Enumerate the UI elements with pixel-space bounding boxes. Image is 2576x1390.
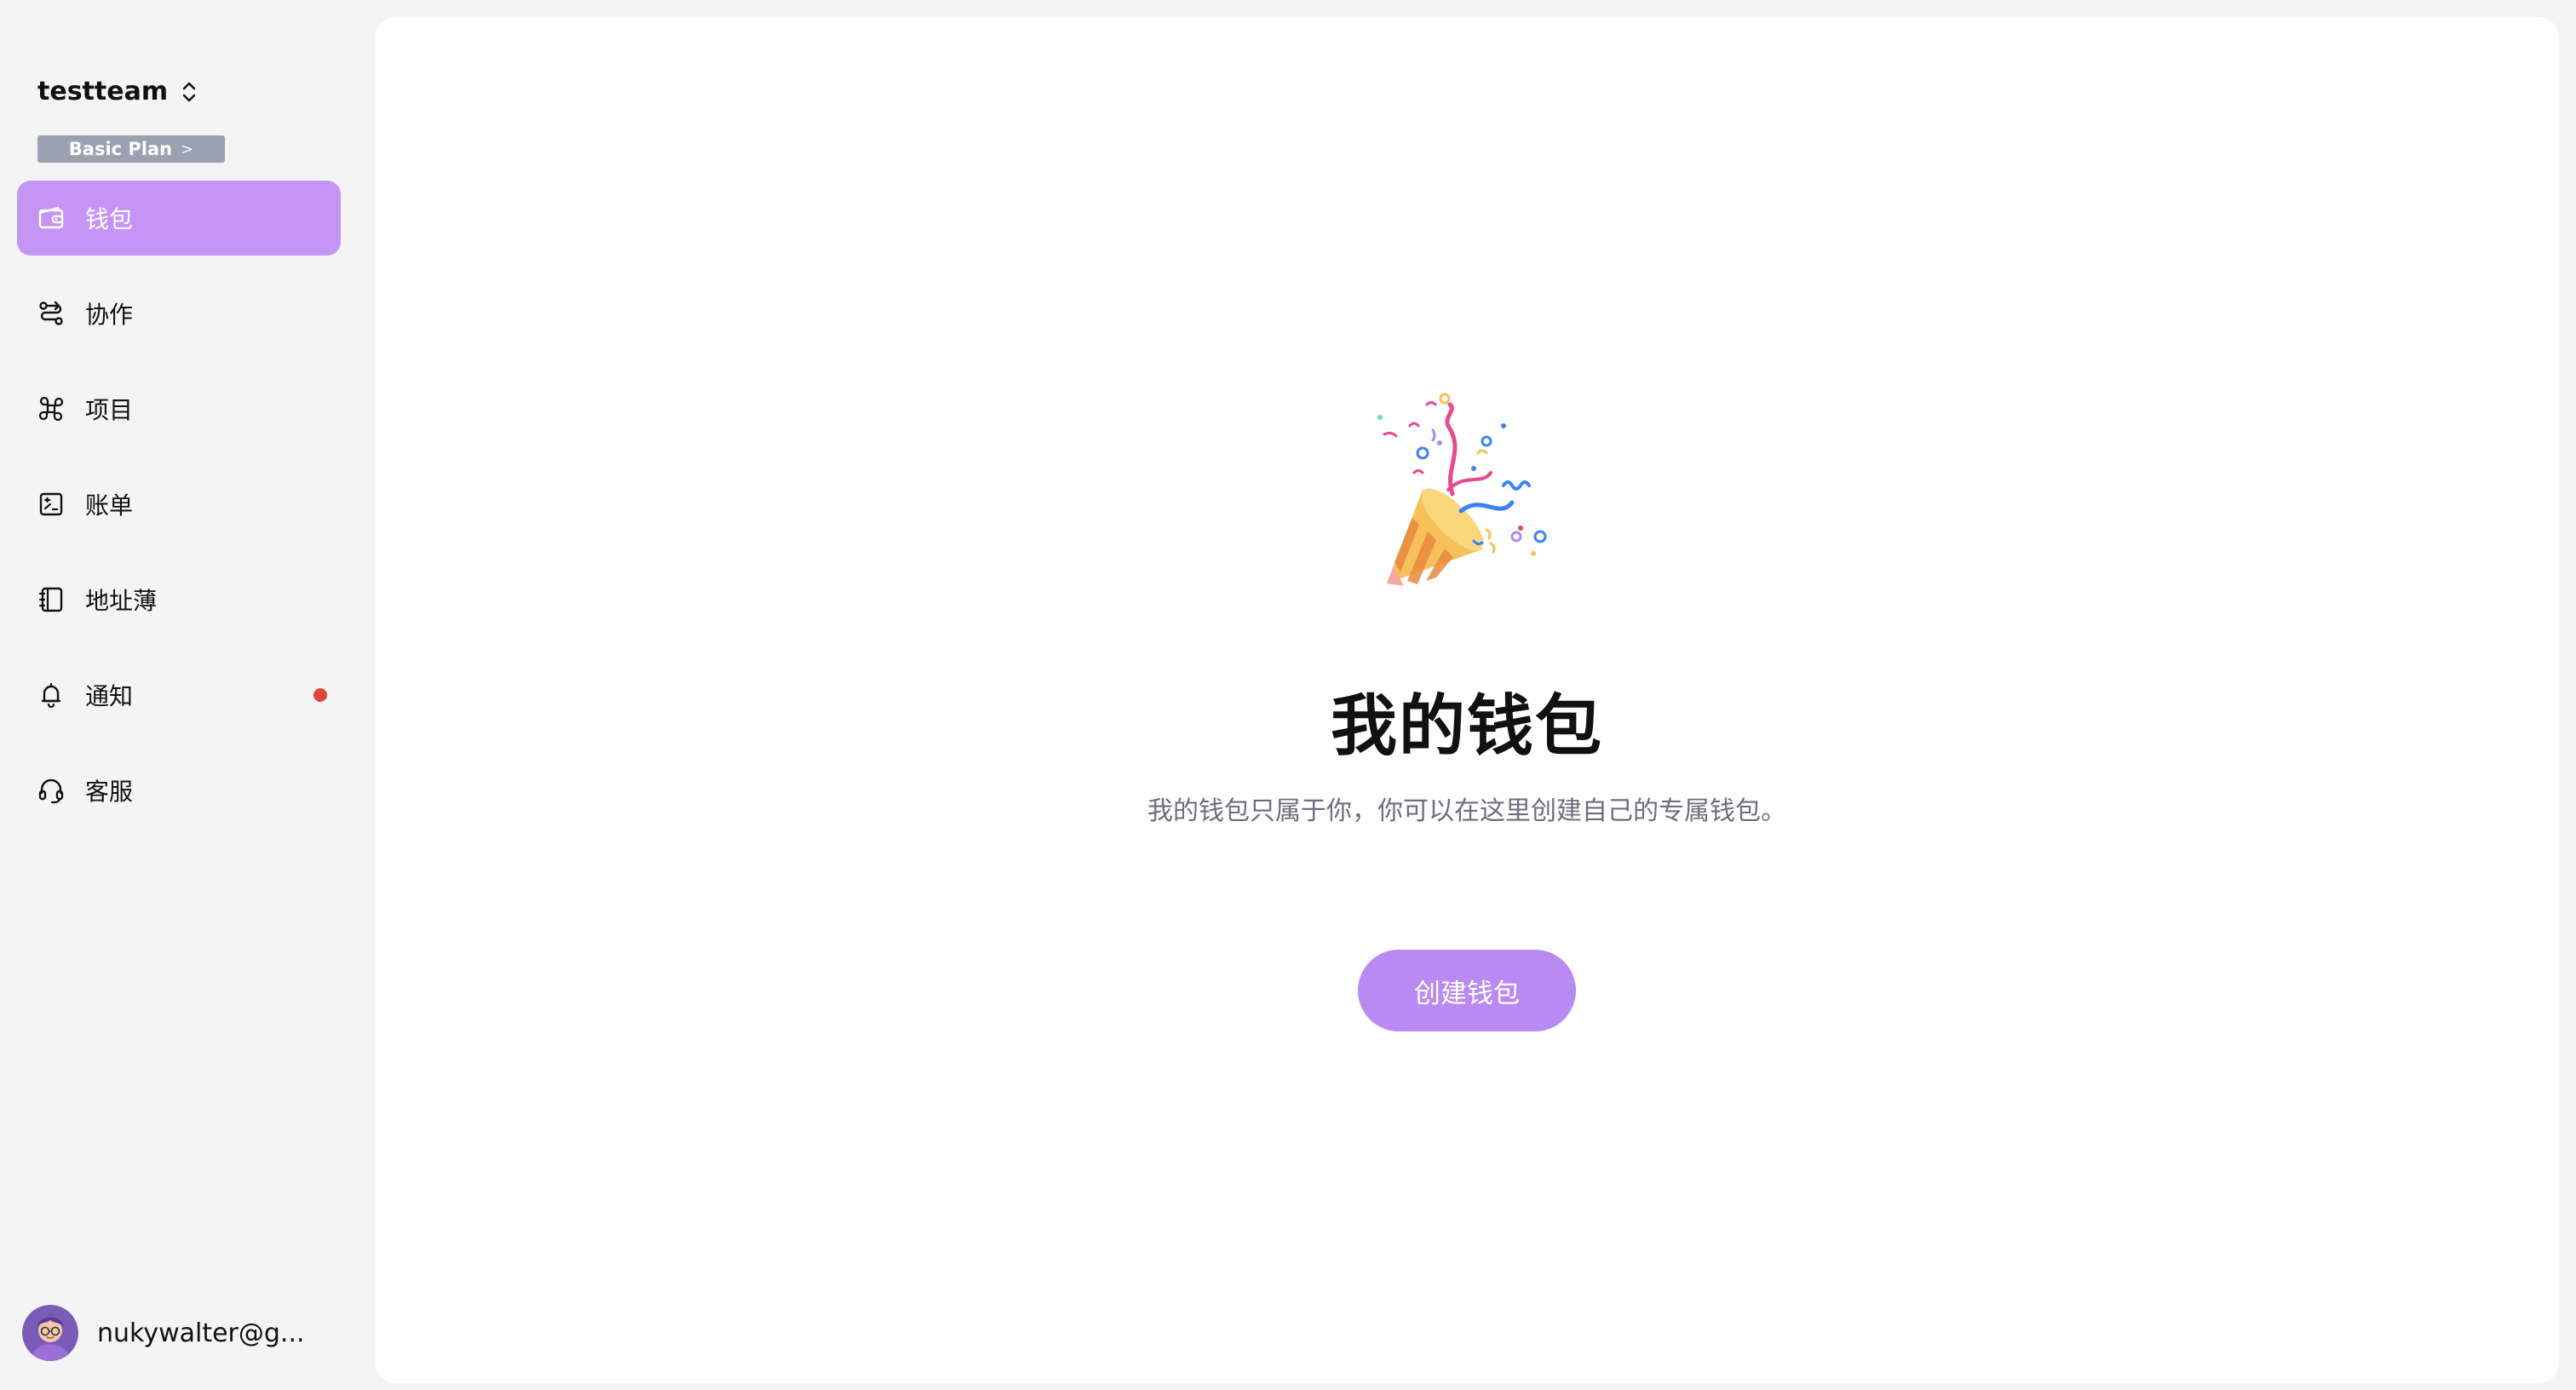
address-book-icon (36, 584, 66, 615)
chevron-right-icon: > (181, 140, 194, 158)
sidebar-item-wallet[interactable]: 钱包 (17, 181, 341, 256)
party-popper-icon (1377, 393, 1547, 586)
sidebar: testteam Basic Plan > 钱包 协作 项目 账单 地址薄 通知… (0, 0, 375, 1390)
chevron-up-down-icon (182, 82, 196, 101)
sidebar-nav: 钱包 协作 项目 账单 地址薄 通知 客服 (17, 181, 341, 848)
user-email: nukywalter@g... (97, 1318, 305, 1348)
user-account[interactable]: nukywalter@g... (22, 1305, 305, 1361)
route-icon (36, 298, 66, 329)
wallet-icon (36, 203, 66, 233)
empty-state-title: 我的钱包 (1330, 688, 1603, 765)
sidebar-item-projects[interactable]: 项目 (17, 371, 341, 446)
sidebar-item-billing[interactable]: 账单 (17, 467, 341, 542)
empty-state-description: 我的钱包只属于你，你可以在这里创建自己的专属钱包。 (1147, 796, 1786, 826)
plan-badge[interactable]: Basic Plan > (37, 135, 225, 163)
sidebar-item-label: 协作 (85, 301, 134, 329)
sidebar-item-label: 钱包 (85, 205, 134, 233)
avatar (22, 1305, 78, 1361)
create-wallet-button[interactable]: 创建钱包 (1358, 950, 1576, 1031)
headset-icon (36, 775, 66, 806)
notification-dot (313, 688, 327, 702)
sidebar-item-support[interactable]: 客服 (17, 753, 341, 828)
team-switcher[interactable]: testteam (37, 77, 198, 106)
plan-label: Basic Plan (68, 139, 173, 159)
bell-icon (36, 680, 66, 710)
sidebar-item-label: 客服 (85, 778, 134, 806)
sidebar-item-notifications[interactable]: 通知 (17, 658, 341, 732)
bill-icon (36, 489, 66, 520)
main-panel: 我的钱包 我的钱包只属于你，你可以在这里创建自己的专属钱包。 创建钱包 (375, 17, 2559, 1383)
command-icon (36, 393, 66, 424)
sidebar-item-address-book[interactable]: 地址薄 (17, 562, 341, 637)
sidebar-item-label: 账单 (85, 491, 134, 520)
sidebar-item-label: 项目 (85, 396, 134, 424)
team-name: testteam (37, 77, 169, 106)
sidebar-item-label: 通知 (85, 682, 134, 710)
sidebar-item-collaboration[interactable]: 协作 (17, 276, 341, 351)
sidebar-item-label: 地址薄 (85, 587, 158, 615)
